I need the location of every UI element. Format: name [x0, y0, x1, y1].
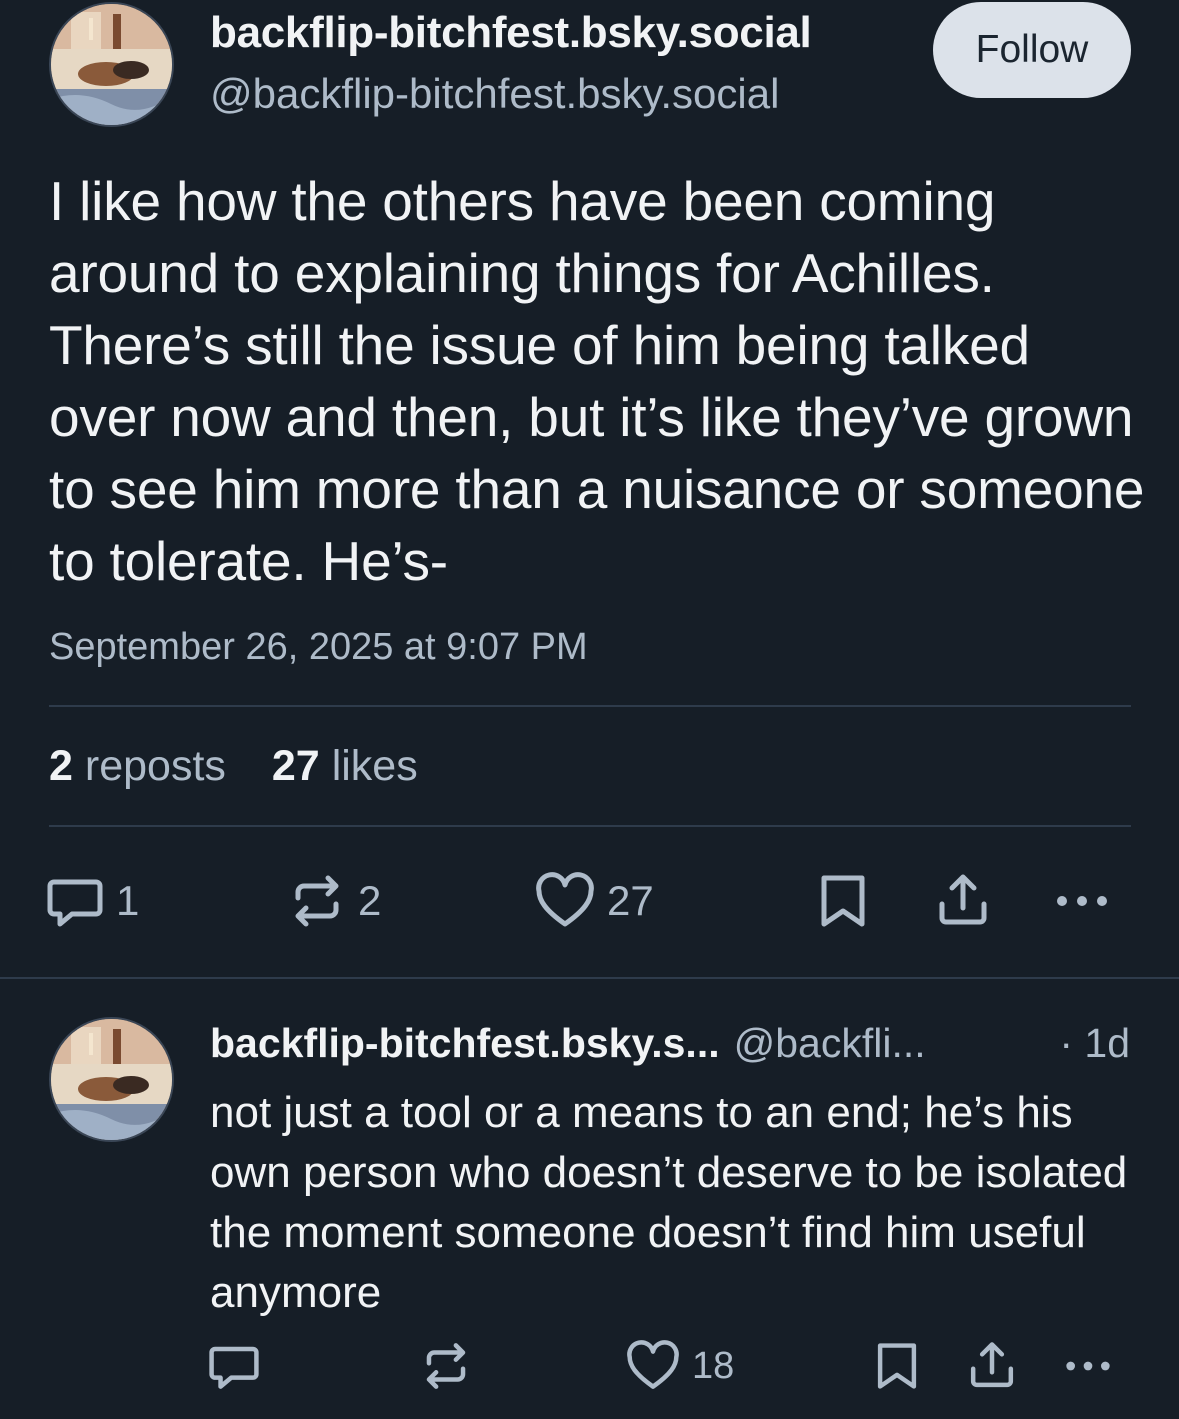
thread-divider: [0, 977, 1179, 979]
bookmark-button[interactable]: [816, 872, 870, 930]
share-icon: [939, 874, 987, 925]
post-text: I like how the others have been coming a…: [49, 170, 1145, 592]
post-stats: 2 reposts 27 likes: [49, 742, 418, 791]
reply-text: not just a tool or a means to an end; he…: [210, 1088, 1128, 1317]
post-actions: 1 2 27: [0, 866, 1179, 936]
thread-view: backflip-bitchfest.bsky.social @backflip…: [0, 0, 1179, 1419]
more-icon: [1057, 896, 1107, 906]
reposts-stat[interactable]: 2 reposts: [49, 742, 226, 790]
reply-like-button[interactable]: 18: [626, 1340, 734, 1392]
repost-count: 2: [358, 877, 382, 924]
reply-more-options-button[interactable]: [1062, 1340, 1114, 1392]
reply-count: 1: [116, 877, 140, 924]
author-handle[interactable]: @backflip-bitchfest.bsky.social: [210, 70, 779, 118]
author-display-name[interactable]: backflip-bitchfest.bsky.social: [210, 8, 812, 58]
reply-time: · 1d: [1059, 1020, 1130, 1066]
reply-author[interactable]: backflip-bitchfest.bsky.s... @backfli...: [210, 1020, 926, 1067]
share-icon: [970, 1342, 1014, 1388]
reply-display-name[interactable]: backflip-bitchfest.bsky.s...: [210, 1020, 720, 1066]
reply-share-button[interactable]: [966, 1340, 1018, 1392]
share-button[interactable]: [934, 872, 992, 930]
reply-button[interactable]: 1: [46, 872, 139, 930]
reply-handle[interactable]: @backfli...: [734, 1020, 926, 1066]
reply-icon: [209, 1346, 259, 1389]
repost-button[interactable]: 2: [288, 872, 381, 930]
like-icon: [536, 872, 594, 927]
reply-bookmark-button[interactable]: [873, 1340, 921, 1392]
avatar[interactable]: [49, 2, 174, 127]
more-icon: [1066, 1361, 1110, 1371]
divider: [49, 825, 1131, 827]
repost-icon: [426, 1343, 466, 1389]
divider: [49, 705, 1131, 707]
post-timestamp: September 26, 2025 at 9:07 PM: [49, 626, 588, 668]
bookmark-icon: [821, 875, 865, 927]
repost-icon: [295, 875, 339, 927]
more-options-button[interactable]: [1052, 872, 1112, 930]
likes-stat[interactable]: 27 likes: [272, 742, 418, 790]
main-post: backflip-bitchfest.bsky.social @backflip…: [0, 0, 1179, 978]
bookmark-icon: [877, 1343, 917, 1389]
follow-button[interactable]: Follow: [933, 2, 1131, 98]
reply-icon: [47, 879, 103, 927]
like-button[interactable]: 27: [535, 872, 654, 930]
reply-reply-button[interactable]: [208, 1340, 260, 1392]
like-icon: [627, 1340, 679, 1389]
like-count: 27: [607, 877, 654, 924]
reply-avatar[interactable]: [49, 1017, 174, 1142]
reply-actions: 18: [0, 1334, 1179, 1404]
reply-repost-button[interactable]: [420, 1340, 472, 1392]
reply-like-count: 18: [692, 1344, 735, 1387]
